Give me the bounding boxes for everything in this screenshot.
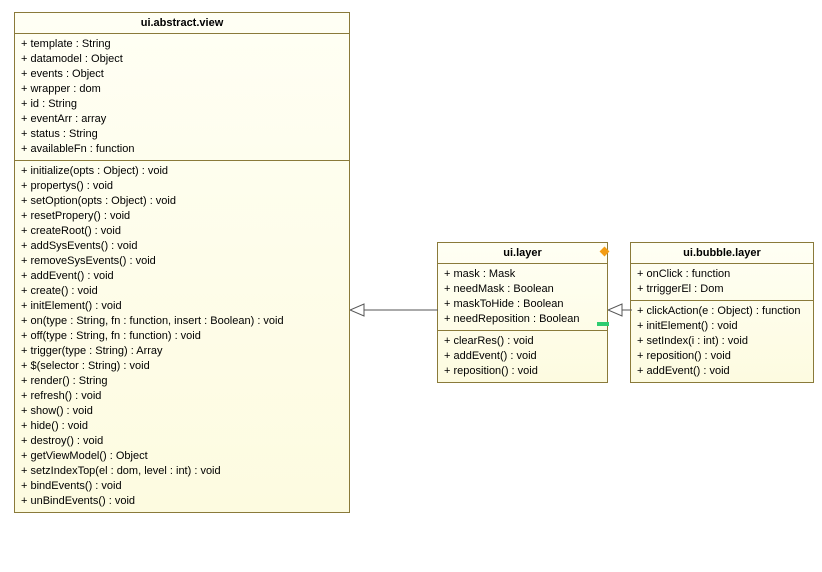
class-attributes: + onClick : function + trriggerEl : Dom	[631, 264, 813, 301]
attr: + id : String	[21, 97, 343, 112]
attr: + trriggerEl : Dom	[637, 282, 807, 297]
op: + addEvent() : void	[637, 364, 807, 379]
op: + reposition() : void	[444, 364, 601, 379]
class-operations: + clickAction(e : Object) : function + i…	[631, 301, 813, 382]
op: + clearRes() : void	[444, 334, 601, 349]
attr: + status : String	[21, 127, 343, 142]
op: + $(selector : String) : void	[21, 359, 343, 374]
class-title: ui.bubble.layer	[631, 243, 813, 264]
op: + getViewModel() : Object	[21, 449, 343, 464]
attr: + datamodel : Object	[21, 52, 343, 67]
op: + trigger(type : String) : Array	[21, 344, 343, 359]
op: + initialize(opts : Object) : void	[21, 164, 343, 179]
op: + render() : String	[21, 374, 343, 389]
op: + refresh() : void	[21, 389, 343, 404]
op: + resetPropery() : void	[21, 209, 343, 224]
class-operations: + clearRes() : void + addEvent() : void …	[438, 331, 607, 382]
op: + createRoot() : void	[21, 224, 343, 239]
attr: + eventArr : array	[21, 112, 343, 127]
class-operations: + initialize(opts : Object) : void + pro…	[15, 161, 349, 512]
attr: + events : Object	[21, 67, 343, 82]
op: + reposition() : void	[637, 349, 807, 364]
op: + addEvent() : void	[444, 349, 601, 364]
attr: + availableFn : function	[21, 142, 343, 157]
class-title: ui.abstract.view	[15, 13, 349, 34]
class-ui-abstract-view: ui.abstract.view + template : String + d…	[14, 12, 350, 513]
op: + destroy() : void	[21, 434, 343, 449]
generalization-arrow	[350, 303, 440, 317]
op: + propertys() : void	[21, 179, 343, 194]
op: + setIndex(i : int) : void	[637, 334, 807, 349]
op: + unBindEvents() : void	[21, 494, 343, 509]
attr: + mask : Mask	[444, 267, 601, 282]
op: + hide() : void	[21, 419, 343, 434]
op: + show() : void	[21, 404, 343, 419]
op: + setOption(opts : Object) : void	[21, 194, 343, 209]
class-attributes: + mask : Mask + needMask : Boolean + mas…	[438, 264, 607, 331]
op: + addSysEvents() : void	[21, 239, 343, 254]
op: + setzIndexTop(el : dom, level : int) : …	[21, 464, 343, 479]
attr: + template : String	[21, 37, 343, 52]
class-ui-bubble-layer: ui.bubble.layer + onClick : function + t…	[630, 242, 814, 383]
class-attributes: + template : String + datamodel : Object…	[15, 34, 349, 161]
attr: + needReposition : Boolean	[444, 312, 601, 327]
attr: + maskToHide : Boolean	[444, 297, 601, 312]
attr: + wrapper : dom	[21, 82, 343, 97]
marker-icon	[597, 322, 609, 326]
attr: + needMask : Boolean	[444, 282, 601, 297]
op: + addEvent() : void	[21, 269, 343, 284]
op: + initElement() : void	[21, 299, 343, 314]
op: + bindEvents() : void	[21, 479, 343, 494]
attr: + onClick : function	[637, 267, 807, 282]
op: + on(type : String, fn : function, inser…	[21, 314, 343, 329]
op: + removeSysEvents() : void	[21, 254, 343, 269]
op: + clickAction(e : Object) : function	[637, 304, 807, 319]
class-ui-layer: ui.layer + mask : Mask + needMask : Bool…	[437, 242, 608, 383]
class-title: ui.layer	[438, 243, 607, 264]
op: + initElement() : void	[637, 319, 807, 334]
op: + off(type : String, fn : function) : vo…	[21, 329, 343, 344]
op: + create() : void	[21, 284, 343, 299]
